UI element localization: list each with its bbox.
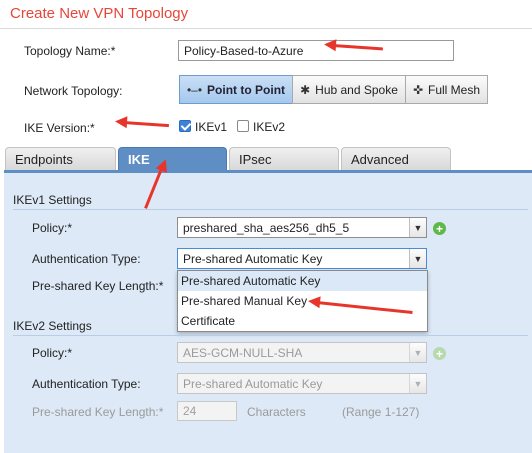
ikev1-policy-label: Policy:* (32, 221, 73, 235)
topology-name-input[interactable] (178, 40, 454, 61)
ikev1-policy-select[interactable]: preshared_sha_aes256_dh5_5 ▼ (177, 217, 427, 238)
ikev2-settings-heading: IKEv2 Settings (13, 319, 92, 333)
create-vpn-topology-dialog: Create New VPN Topology Topology Name:* … (0, 0, 532, 453)
ikev1-key-length-label: Pre-shared Key Length:* (32, 279, 164, 293)
chevron-down-icon: ▼ (409, 249, 426, 268)
ikev2-label: IKEv2 (253, 120, 286, 134)
topology-hub-and-spoke-button[interactable]: ✱ Hub and Spoke (292, 75, 406, 104)
ikev1-section-divider (13, 209, 528, 210)
tab-advanced[interactable]: Advanced (341, 147, 451, 170)
auth-option-certificate[interactable]: Certificate (178, 311, 427, 331)
topology-option-label: Point to Point (207, 82, 286, 97)
ikev2-key-length-range: (Range 1-127) (342, 405, 420, 419)
ikev2-policy-value: AES-GCM-NULL-SHA (183, 345, 303, 360)
annotation-arrow-icon (123, 121, 169, 128)
add-ikev2-policy-button[interactable]: + (433, 347, 446, 360)
tab-ike[interactable]: IKE (118, 147, 227, 170)
ikev2-key-length-input[interactable]: 24 (177, 401, 237, 421)
topology-option-label: Full Mesh (428, 82, 481, 97)
ikev1-auth-type-select[interactable]: Pre-shared Automatic Key ▼ (177, 248, 427, 269)
ikev1-settings-heading: IKEv1 Settings (13, 193, 92, 207)
title-divider (0, 28, 532, 29)
full-mesh-icon: ✜ (412, 82, 424, 97)
ikev2-policy-label: Policy:* (32, 346, 73, 360)
auth-type-dropdown-list: Pre-shared Automatic Key Pre-shared Manu… (177, 270, 428, 332)
ikev2-auth-type-select[interactable]: Pre-shared Automatic Key ▼ (177, 373, 427, 394)
ikev2-checkbox[interactable] (237, 120, 249, 132)
ikev1-policy-value: preshared_sha_aes256_dh5_5 (183, 220, 350, 235)
ikev2-policy-select[interactable]: AES-GCM-NULL-SHA ▼ (177, 342, 427, 363)
ikev1-checkbox[interactable] (179, 120, 191, 132)
tab-ipsec[interactable]: IPsec (229, 147, 339, 170)
tab-endpoints[interactable]: Endpoints (5, 147, 116, 170)
chevron-down-icon: ▼ (409, 374, 426, 393)
ikev2-key-length-label: Pre-shared Key Length:* (32, 405, 164, 419)
hub-and-spoke-icon: ✱ (300, 82, 311, 97)
ikev2-auth-type-label: Authentication Type: (32, 377, 141, 391)
ikev1-auth-type-value: Pre-shared Automatic Key (183, 251, 323, 266)
topology-full-mesh-button[interactable]: ✜ Full Mesh (405, 75, 488, 104)
ikev1-label: IKEv1 (195, 120, 228, 134)
ikev2-key-length-unit: Characters (247, 405, 306, 419)
network-topology-label: Network Topology: (24, 84, 123, 98)
point-to-point-icon: •–• (186, 82, 203, 97)
topology-point-to-point-button[interactable]: •–• Point to Point (179, 75, 293, 104)
ikev2-section-divider (13, 335, 528, 336)
chevron-down-icon: ▼ (409, 343, 426, 362)
auth-option-pre-shared-automatic-key[interactable]: Pre-shared Automatic Key (178, 271, 427, 291)
ike-version-label: IKE Version:* (24, 121, 95, 135)
ikev1-auth-type-label: Authentication Type: (32, 252, 141, 266)
topology-name-label: Topology Name:* (24, 44, 116, 58)
add-ikev1-policy-button[interactable]: + (433, 222, 446, 235)
ikev2-auth-type-value: Pre-shared Automatic Key (183, 376, 323, 391)
chevron-down-icon: ▼ (409, 218, 426, 237)
topology-option-label: Hub and Spoke (315, 82, 398, 97)
dialog-title: Create New VPN Topology (10, 5, 189, 22)
